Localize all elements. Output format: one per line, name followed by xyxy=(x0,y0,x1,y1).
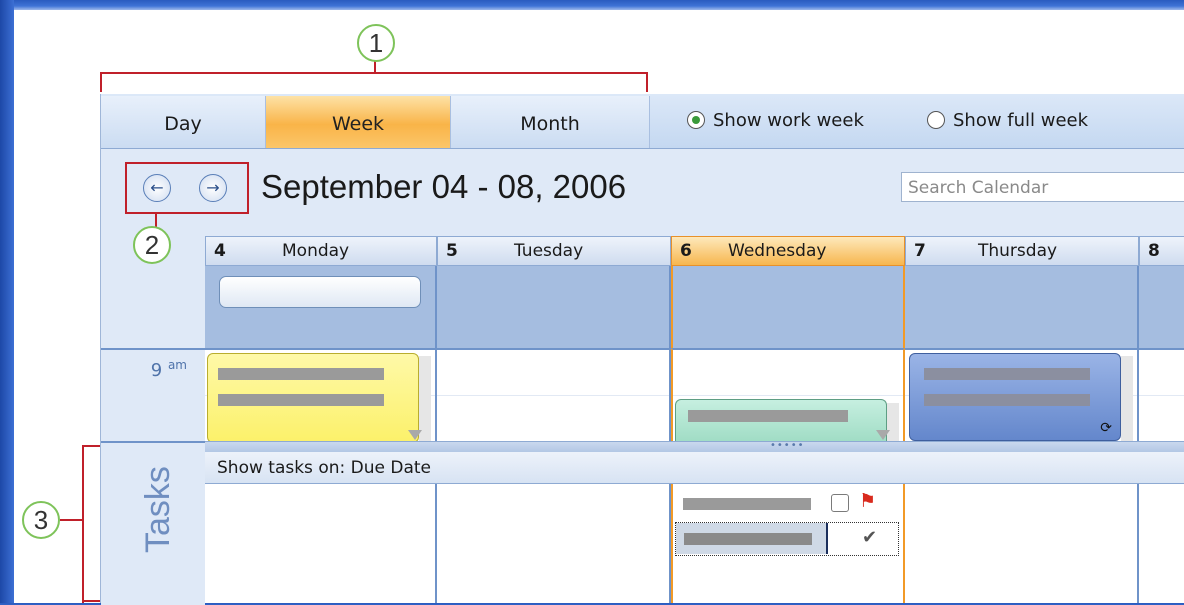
callout-3-bracket-bottom xyxy=(82,600,100,602)
time-slot-tuesday[interactable] xyxy=(437,348,671,441)
date-range-title: September 04 - 08, 2006 xyxy=(261,168,627,205)
flag-icon[interactable]: ⚑ xyxy=(859,490,876,512)
day-number: 4 xyxy=(214,241,226,261)
time-hour: 9 xyxy=(150,360,163,381)
appointment-more-arrow-icon[interactable] xyxy=(408,430,422,440)
slide-left-band xyxy=(0,0,14,603)
callout-3: 3 xyxy=(22,501,60,539)
callout-2-box xyxy=(125,162,249,214)
appointment-monday[interactable] xyxy=(207,353,419,443)
callout-1-bracket-right xyxy=(646,72,648,92)
task-text-placeholder xyxy=(684,533,812,545)
task-selected-highlight xyxy=(676,523,828,554)
completed-check-icon[interactable]: ✔ xyxy=(862,527,877,548)
splitter-grip-icon[interactable]: ••••• xyxy=(770,440,805,451)
tasks-label: Tasks xyxy=(139,466,177,553)
recurrence-icon: ⟳ xyxy=(1100,420,1112,436)
callout-3-stem xyxy=(60,519,82,521)
task-checkbox[interactable] xyxy=(831,494,849,512)
half-hour-line xyxy=(1139,395,1184,396)
tasks-friday[interactable] xyxy=(1139,484,1184,603)
appointment-text-placeholder xyxy=(924,394,1090,406)
day-header-friday[interactable]: 8 xyxy=(1139,236,1184,266)
time-suffix: am xyxy=(167,358,187,372)
search-calendar-input[interactable]: Search Calendar xyxy=(901,172,1184,202)
radio-unselected-icon xyxy=(927,111,945,129)
tab-week[interactable]: Week xyxy=(266,96,451,148)
day-header-tuesday[interactable]: 5 Tuesday xyxy=(437,236,671,266)
tab-day[interactable]: Day xyxy=(101,96,266,148)
day-number: 5 xyxy=(446,241,458,261)
day-number: 8 xyxy=(1148,241,1160,261)
show-work-week-radio[interactable]: Show work week xyxy=(687,108,864,134)
time-slot-friday[interactable] xyxy=(1139,348,1184,441)
tasks-tuesday[interactable] xyxy=(437,484,671,603)
callout-2-stem xyxy=(155,213,157,227)
tab-month[interactable]: Month xyxy=(451,96,650,148)
callout-3-bracket-vertical xyxy=(82,445,84,603)
task-item[interactable]: ⚑ xyxy=(677,490,899,518)
appointment-shadow xyxy=(419,356,431,441)
appointment-wednesday[interactable] xyxy=(675,399,887,443)
all-day-thursday[interactable] xyxy=(905,266,1139,348)
task-text-placeholder xyxy=(683,498,811,510)
day-name: Monday xyxy=(282,241,350,261)
time-label-9am: 9 am xyxy=(151,358,187,381)
tasks-thursday[interactable] xyxy=(905,484,1139,603)
callout-2: 2 xyxy=(133,226,171,264)
all-day-wednesday[interactable] xyxy=(671,266,905,348)
day-name: Thursday xyxy=(978,241,1058,261)
day-header-wednesday[interactable]: 6 Wednesday xyxy=(671,236,905,266)
tasks-panel-label-column: Tasks xyxy=(101,441,205,605)
time-column: 9 am xyxy=(101,348,205,443)
all-day-tuesday[interactable] xyxy=(437,266,671,348)
day-name: Tuesday xyxy=(514,241,584,261)
day-number: 7 xyxy=(914,241,926,261)
tasks-monday[interactable] xyxy=(205,484,437,603)
appointment-text-placeholder xyxy=(218,394,384,406)
half-hour-line xyxy=(673,395,903,396)
day-number: 6 xyxy=(680,241,692,261)
appointment-thursday[interactable]: ⟳ xyxy=(909,353,1121,441)
appointment-text-placeholder xyxy=(688,410,848,422)
appointment-more-arrow-icon[interactable] xyxy=(876,430,890,440)
show-full-week-radio[interactable]: Show full week xyxy=(927,108,1088,134)
day-header-thursday[interactable]: 7 Thursday xyxy=(905,236,1139,266)
tasks-wednesday[interactable]: ⚑ ✔ xyxy=(671,484,905,603)
appointment-text-placeholder xyxy=(218,368,384,380)
callout-3-bracket-top xyxy=(82,445,100,447)
day-name: Wednesday xyxy=(728,241,827,261)
callout-1: 1 xyxy=(357,24,395,62)
show-tasks-on-header[interactable]: Show tasks on: Due Date xyxy=(205,452,1184,484)
show-work-week-label: Show work week xyxy=(713,110,864,131)
all-day-event[interactable] xyxy=(219,276,421,308)
all-day-monday[interactable] xyxy=(205,266,437,348)
radio-selected-icon xyxy=(687,111,705,129)
appointment-text-placeholder xyxy=(924,368,1090,380)
callout-1-bracket-left xyxy=(100,72,102,92)
calendar-view: Day Week Month Show work week Show full … xyxy=(100,94,1184,605)
task-item-selected[interactable]: ✔ xyxy=(675,522,899,556)
appointment-shadow xyxy=(1121,356,1133,441)
day-header-monday[interactable]: 4 Monday xyxy=(205,236,437,266)
half-hour-line xyxy=(437,395,669,396)
all-day-friday[interactable] xyxy=(1139,266,1184,348)
show-full-week-label: Show full week xyxy=(953,110,1089,131)
